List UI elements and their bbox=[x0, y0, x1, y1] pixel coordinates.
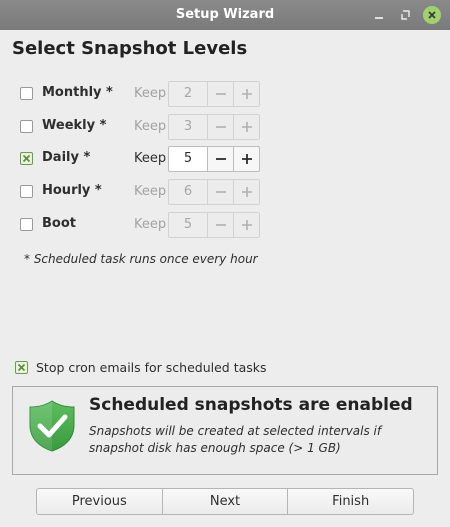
plus-icon bbox=[241, 154, 252, 164]
keep-value-field[interactable]: 3 bbox=[168, 114, 208, 140]
minus-icon bbox=[215, 224, 226, 226]
hourly-keep-stepper: 6 bbox=[168, 179, 260, 205]
increment-button[interactable] bbox=[234, 179, 260, 205]
minimize-button[interactable] bbox=[368, 4, 390, 26]
daily-keep-stepper: 5 bbox=[168, 146, 260, 172]
level-label: Weekly * bbox=[42, 118, 107, 133]
schedule-note: * Scheduled task runs once every hour bbox=[24, 252, 258, 266]
boot-keep-stepper: 5 bbox=[168, 212, 260, 238]
page-title: Select Snapshot Levels bbox=[12, 38, 248, 59]
maximize-button[interactable] bbox=[394, 4, 416, 26]
minimize-icon bbox=[375, 17, 383, 19]
minus-icon bbox=[215, 93, 226, 95]
title-bar: Setup Wizard bbox=[0, 0, 450, 30]
close-button[interactable] bbox=[421, 4, 443, 26]
keep-value-field[interactable]: 2 bbox=[168, 81, 208, 107]
plus-icon bbox=[241, 89, 252, 99]
keep-label: Keep bbox=[134, 217, 167, 232]
increment-button[interactable] bbox=[234, 81, 260, 107]
keep-label: Keep bbox=[134, 86, 167, 101]
status-panel: Scheduled snapshots are enabled Snapshot… bbox=[12, 386, 438, 475]
minus-icon bbox=[215, 158, 226, 160]
monthly-checkbox[interactable] bbox=[20, 87, 33, 100]
increment-button[interactable] bbox=[234, 114, 260, 140]
level-label: Daily * bbox=[42, 150, 91, 165]
decrement-button[interactable] bbox=[208, 146, 234, 172]
keep-value-field[interactable]: 6 bbox=[168, 179, 208, 205]
keep-value-field[interactable]: 5 bbox=[168, 212, 208, 238]
increment-button[interactable] bbox=[234, 146, 260, 172]
keep-value-field[interactable]: 5 bbox=[168, 146, 208, 172]
level-label: Boot bbox=[42, 216, 76, 231]
plus-icon bbox=[241, 122, 252, 132]
close-icon bbox=[423, 6, 441, 24]
increment-button[interactable] bbox=[234, 212, 260, 238]
keep-label: Keep bbox=[134, 151, 167, 166]
level-row-monthly: Monthly * Keep 2 bbox=[20, 81, 440, 107]
stop-cron-emails-label: Stop cron emails for scheduled tasks bbox=[36, 360, 267, 375]
check-mark-icon bbox=[22, 154, 31, 163]
wizard-navigation: Previous Next Finish bbox=[36, 488, 414, 515]
check-mark-icon bbox=[17, 363, 26, 372]
daily-checkbox[interactable] bbox=[20, 152, 33, 165]
plus-icon bbox=[241, 220, 252, 230]
decrement-button[interactable] bbox=[208, 114, 234, 140]
stop-cron-emails-checkbox[interactable] bbox=[15, 361, 28, 374]
keep-label: Keep bbox=[134, 119, 167, 134]
level-label: Monthly * bbox=[42, 85, 113, 100]
hourly-checkbox[interactable] bbox=[20, 185, 33, 198]
level-row-boot: Boot Keep 5 bbox=[20, 212, 440, 238]
keep-label: Keep bbox=[134, 184, 167, 199]
decrement-button[interactable] bbox=[208, 179, 234, 205]
level-label: Hourly * bbox=[42, 183, 102, 198]
next-button[interactable]: Next bbox=[163, 489, 289, 514]
weekly-checkbox[interactable] bbox=[20, 120, 33, 133]
status-message: Snapshots will be created at selected in… bbox=[89, 424, 382, 455]
maximize-icon bbox=[401, 10, 410, 20]
monthly-keep-stepper: 2 bbox=[168, 81, 260, 107]
cron-option: Stop cron emails for scheduled tasks bbox=[15, 359, 435, 377]
finish-button[interactable]: Finish bbox=[288, 489, 413, 514]
level-row-daily: Daily * Keep 5 bbox=[20, 146, 440, 172]
weekly-keep-stepper: 3 bbox=[168, 114, 260, 140]
plus-icon bbox=[241, 187, 252, 197]
level-row-weekly: Weekly * Keep 3 bbox=[20, 114, 440, 140]
shield-check-icon bbox=[29, 400, 75, 452]
decrement-button[interactable] bbox=[208, 81, 234, 107]
decrement-button[interactable] bbox=[208, 212, 234, 238]
minus-icon bbox=[215, 126, 226, 128]
level-row-hourly: Hourly * Keep 6 bbox=[20, 179, 440, 205]
minus-icon bbox=[215, 191, 226, 193]
status-title: Scheduled snapshots are enabled bbox=[89, 395, 413, 415]
boot-checkbox[interactable] bbox=[20, 218, 33, 231]
previous-button[interactable]: Previous bbox=[37, 489, 163, 514]
